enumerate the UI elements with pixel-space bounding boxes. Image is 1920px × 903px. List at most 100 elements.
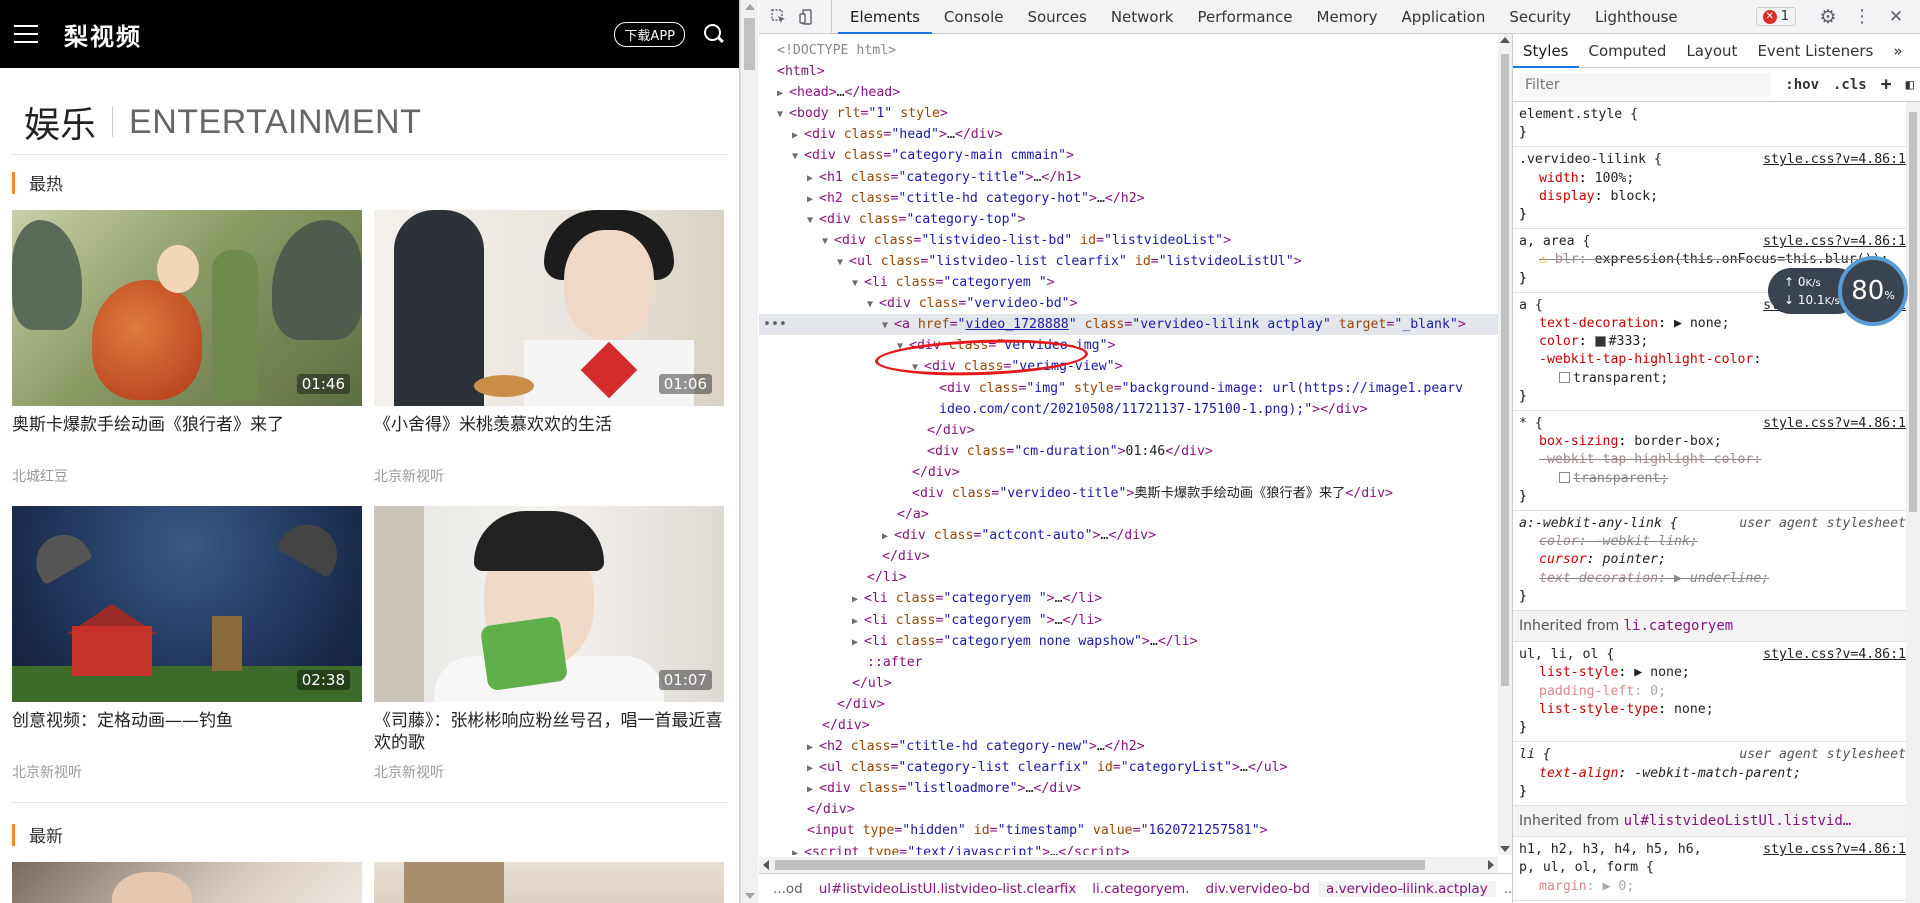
video-card[interactable]: 01:06 《小舍得》米桃羡慕欢欢的生活 北京新视听 [374, 210, 724, 506]
dom-node[interactable]: </div> [759, 799, 1498, 820]
site-logo[interactable]: 梨视频 [64, 17, 614, 52]
dom-node[interactable]: ▶ <li class="categoryem ">…</li> [759, 588, 1498, 609]
class-toggle[interactable]: .cls [1833, 77, 1867, 93]
dom-node[interactable]: ▼ <body rlt="1" style> [759, 103, 1498, 124]
video-thumbnail[interactable] [374, 862, 724, 903]
dom-node[interactable]: </div> [759, 694, 1498, 715]
dom-node[interactable]: ▼ <div class="vervideo-img"> [759, 335, 1498, 356]
dom-node[interactable]: <div class="vervideo-title">奥斯卡爆款手绘动画《狼行… [759, 483, 1498, 504]
close-icon[interactable]: ✕ [1882, 3, 1910, 31]
dom-node[interactable]: ▶ <div class="actcont-auto">…</div> [759, 525, 1498, 546]
dom-node[interactable]: ▶ <h2 class="ctitle-hd category-new">…</h… [759, 736, 1498, 757]
breadcrumb-item[interactable]: ul#listvideoListUl.listvideo-list.clearf… [811, 881, 1085, 897]
dom-node[interactable]: ▶ <div class="head">…</div> [759, 124, 1498, 145]
dom-node[interactable]: </div> [759, 462, 1498, 483]
dom-node[interactable]: ▶ <h2 class="ctitle-hd category-hot">…</h… [759, 188, 1498, 209]
breadcrumb-item[interactable]: div.vervideo-bd [1198, 881, 1319, 897]
tab-performance[interactable]: Performance [1185, 0, 1304, 34]
style-rule[interactable]: * { style.css?v=4.86:1 box-sizing: borde… [1513, 411, 1906, 512]
dom-node[interactable]: <input type="hidden" id="timestamp" valu… [759, 820, 1498, 841]
video-card[interactable]: 01:07 《司藤》：张彬彬响应粉丝号召，唱一首最近喜欢的歌 北京新视听 [374, 506, 724, 802]
video-author[interactable]: 北城红豆 [12, 466, 362, 486]
dom-node[interactable]: ▶ <head>…</head> [759, 82, 1498, 103]
video-author[interactable]: 北京新视听 [374, 762, 724, 782]
video-title[interactable]: 《司藤》：张彬彬响应粉丝号召，唱一首最近喜欢的歌 [374, 710, 724, 760]
tab-application[interactable]: Application [1390, 0, 1498, 34]
dom-node[interactable]: <div class="cm-duration">01:46</div> [759, 441, 1498, 462]
tab-memory[interactable]: Memory [1305, 0, 1390, 34]
dom-node[interactable]: </div> [759, 420, 1498, 441]
style-rule[interactable]: a:-webkit-any-link { user agent styleshe… [1513, 511, 1906, 612]
tab-event-listeners[interactable]: Event Listeners [1747, 34, 1883, 68]
video-title[interactable]: 奥斯卡爆款手绘动画《狼行者》来了 [12, 414, 362, 464]
dom-node[interactable]: <html> [759, 61, 1498, 82]
breadcrumb-item-current[interactable]: a.vervideo-lilink.actplay [1318, 880, 1496, 897]
inspect-element-icon[interactable] [765, 3, 793, 31]
breadcrumb-item[interactable]: li.categoryem. [1084, 881, 1197, 897]
style-rule[interactable]: li { user agent stylesheet text-align: -… [1513, 742, 1906, 806]
toggle-sidebar-icon[interactable]: ◧ [1906, 77, 1914, 93]
download-app-button[interactable]: 下载APP [614, 21, 685, 47]
tab-computed[interactable]: Computed [1579, 34, 1677, 68]
dom-node[interactable]: ▼ <li class="categoryem "> [759, 272, 1498, 293]
tab-styles[interactable]: Styles [1513, 34, 1579, 68]
hover-state-toggle[interactable]: :hov [1785, 77, 1819, 93]
add-rule-icon[interactable]: + [1881, 74, 1892, 95]
dom-node[interactable]: ▼ <div class="listvideo-list-bd" id="list… [759, 230, 1498, 251]
video-card[interactable]: 02:38 创意视频：定格动画——钓鱼 北京新视听 [12, 506, 362, 802]
search-icon[interactable] [703, 23, 725, 45]
dom-node-selected[interactable]: ••• ▼ <a href="video_1728888" class="vervi… [759, 314, 1498, 336]
video-thumbnail[interactable]: 02:38 [12, 506, 362, 702]
menu-icon[interactable] [14, 25, 38, 43]
dom-node[interactable]: ▶ <script type="text/javascript">…</scrip… [759, 842, 1498, 855]
dom-node[interactable]: ▶ <h1 class="category-title">…</h1> [759, 167, 1498, 188]
breadcrumb-item[interactable]: ...od [765, 881, 811, 897]
video-thumbnail[interactable]: 01:06 [374, 210, 724, 406]
style-rule[interactable]: .vervideo-lilink { style.css?v=4.86:1 wi… [1513, 147, 1906, 230]
dom-node[interactable]: </div> [759, 546, 1498, 567]
dom-node[interactable]: ▼ <div class="category-main cmmain"> [759, 145, 1498, 166]
video-thumbnail[interactable] [12, 862, 362, 903]
video-title[interactable]: 《小舍得》米桃羡慕欢欢的生活 [374, 414, 724, 464]
more-tabs-icon[interactable]: » [1883, 34, 1912, 68]
video-thumbnail[interactable]: 01:07 [374, 506, 724, 702]
error-count-badge[interactable]: ✕ 1 [1755, 7, 1796, 26]
device-toolbar-icon[interactable] [793, 3, 821, 31]
dom-node[interactable]: ::after [759, 652, 1498, 673]
dom-node[interactable]: </a> [759, 504, 1498, 525]
dom-vertical-scrollbar[interactable] [1498, 34, 1512, 855]
video-author[interactable]: 北京新视听 [374, 466, 724, 486]
style-rule[interactable]: element.style { } [1513, 102, 1906, 148]
styles-scrollbar[interactable] [1906, 102, 1920, 903]
tab-sources[interactable]: Sources [1015, 0, 1098, 34]
style-rule[interactable]: h1, h2, h3, h4, h5, h6, style.css?v=4.86… [1513, 837, 1906, 901]
more-options-icon[interactable]: ⋮ [1848, 3, 1876, 31]
tab-network[interactable]: Network [1099, 0, 1186, 34]
dom-node[interactable]: ▼ <div class="verimg-view"> [759, 356, 1498, 377]
dom-node[interactable]: </div> [759, 715, 1498, 736]
dom-node[interactable]: ▼ <ul class="listvideo-list clearfix" id=… [759, 251, 1498, 272]
dom-node[interactable]: <div class="img" style="background-image… [759, 378, 1498, 399]
tab-lighthouse[interactable]: Lighthouse [1583, 0, 1690, 34]
dom-node[interactable]: </ul> [759, 673, 1498, 694]
tab-security[interactable]: Security [1497, 0, 1583, 34]
video-author[interactable]: 北京新视听 [12, 762, 362, 782]
page-scrollbar[interactable] [740, 0, 758, 903]
dom-node[interactable]: ▼ <div class="category-top"> [759, 209, 1498, 230]
dom-node[interactable]: <!DOCTYPE html> [759, 40, 1498, 61]
video-title[interactable]: 创意视频：定格动画——钓鱼 [12, 710, 362, 760]
styles-filter-input[interactable] [1519, 72, 1772, 97]
tab-elements[interactable]: Elements [838, 0, 932, 34]
video-thumbnail[interactable]: 01:46 [12, 210, 362, 406]
dom-node[interactable]: </li> [759, 567, 1498, 588]
dom-tree[interactable]: <!DOCTYPE html> <html> ▶ <head>…</head> ▼… [759, 34, 1498, 855]
dom-node[interactable]: ▶ <div class="listloadmore">…</div> [759, 778, 1498, 799]
dom-node[interactable]: ▶ <li class="categoryem ">…</li> [759, 610, 1498, 631]
dom-node[interactable]: ▶ <li class="categoryem none wapshow">…</… [759, 631, 1498, 652]
tab-console[interactable]: Console [932, 0, 1016, 34]
dom-node[interactable]: ▶ <ul class="category-list clearfix" id="… [759, 757, 1498, 778]
network-speed-widget[interactable]: ↑ 0K/s ↓ 10.1K/s 80% [1768, 252, 1908, 332]
dom-node[interactable]: ideo.com/cont/20210508/11721137-175100-1… [759, 399, 1498, 420]
breadcrumb-item[interactable]: ... [1496, 881, 1512, 897]
dom-horizontal-scrollbar[interactable] [759, 857, 1498, 873]
